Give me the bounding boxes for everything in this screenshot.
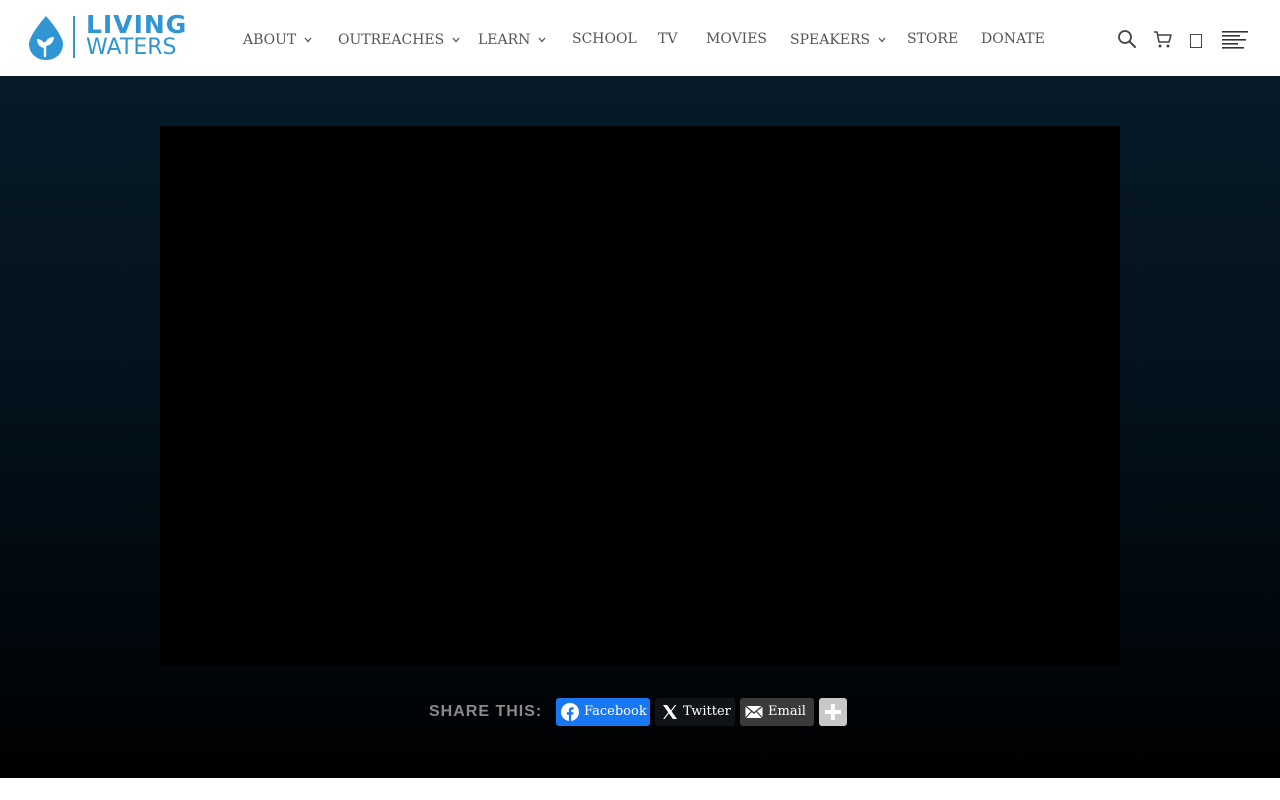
nav-item-label: ABOUT	[243, 32, 297, 48]
nav-item-movies[interactable]: MOVIES	[706, 30, 767, 48]
nav-item-learn[interactable]: LEARN	[478, 30, 546, 48]
x-logo-icon	[663, 705, 677, 719]
facebook-icon	[561, 703, 579, 721]
video-player[interactable]	[160, 126, 1120, 666]
nav-item-school[interactable]: SCHOOL	[572, 30, 637, 48]
envelope-icon	[745, 705, 763, 719]
twitter-label: Twitter	[683, 704, 731, 719]
twitter-share-button[interactable]: Twitter	[655, 698, 735, 726]
site-header: LIVING WATERS ABOUT OUTREACHES LEARN SCH…	[0, 0, 1280, 76]
email-label: Email	[768, 704, 806, 719]
nav-item-donate[interactable]: DONATE	[981, 30, 1045, 48]
nav-item-label: STORE	[907, 31, 959, 47]
facebook-share-button[interactable]: Facebook	[556, 698, 650, 726]
main-nav: ABOUT OUTREACHES LEARN SCHOOL TV MOVIES …	[0, 0, 1280, 76]
cart-icon[interactable]	[1153, 29, 1173, 53]
nav-item-outreaches[interactable]: OUTREACHES	[338, 30, 460, 48]
nav-item-label: MOVIES	[706, 31, 768, 47]
account-icon[interactable]	[1190, 33, 1202, 52]
nav-item-speakers[interactable]: SPEAKERS	[790, 30, 886, 48]
nav-item-label: SPEAKERS	[790, 32, 871, 48]
chevron-down-icon	[538, 30, 546, 48]
more-share-button[interactable]	[819, 698, 847, 726]
nav-item-tv[interactable]: TV	[658, 30, 677, 48]
chevron-down-icon	[878, 30, 886, 48]
nav-item-label: SCHOOL	[572, 31, 637, 47]
search-icon[interactable]	[1117, 29, 1137, 53]
email-share-button[interactable]: Email	[740, 698, 814, 726]
chevron-down-icon	[452, 30, 460, 48]
nav-item-label: OUTREACHES	[338, 32, 445, 48]
nav-item-label: DONATE	[981, 31, 1045, 47]
share-label: SHARE THIS:	[429, 703, 543, 720]
nav-item-store[interactable]: STORE	[907, 30, 958, 48]
hamburger-menu-icon[interactable]	[1222, 31, 1248, 53]
facebook-label: Facebook	[584, 704, 647, 719]
nav-item-about[interactable]: ABOUT	[243, 30, 312, 48]
nav-item-label: TV	[658, 31, 678, 47]
nav-item-label: LEARN	[478, 32, 531, 48]
plus-icon	[825, 704, 841, 720]
chevron-down-icon	[304, 30, 312, 48]
